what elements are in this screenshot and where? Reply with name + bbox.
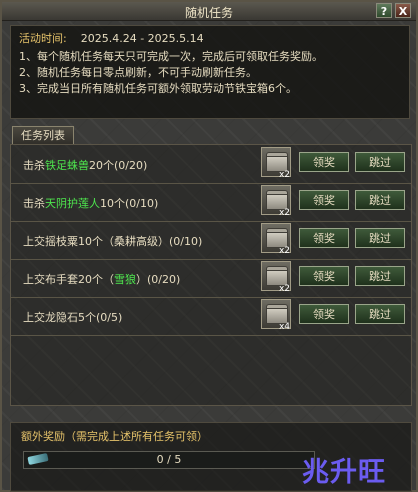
reward-quantity: x2: [278, 246, 290, 256]
reward-quantity: x2: [278, 208, 290, 218]
help-button[interactable]: ?: [376, 3, 392, 18]
activity-time-label: 活动时间:: [19, 32, 67, 45]
window-title: 随机任务: [184, 6, 233, 20]
skip-button[interactable]: 跳过: [355, 228, 405, 248]
progress-text: 0 / 5: [156, 453, 182, 466]
extra-reward-label: 额外奖励（需完成上述所有任务可领）: [21, 430, 208, 443]
task-description: 上交摇枝粟10个（桑耕高级）(0/10): [23, 235, 203, 248]
watermark: 兆升旺: [302, 457, 386, 488]
claim-button[interactable]: 领奖: [299, 228, 349, 248]
task-target: 天阴护莲人: [45, 197, 100, 210]
tab-task-list[interactable]: 任务列表: [12, 126, 74, 145]
task-row: 击杀铁足蛛兽20个(0/20) x2 领奖 跳过: [11, 145, 411, 184]
title-bar[interactable]: 随机任务 ? X: [2, 2, 416, 21]
claim-button[interactable]: 领奖: [299, 266, 349, 286]
task-row: 上交布手套20个（雪狼）(0/20) x2 领奖 跳过: [11, 259, 411, 298]
rule-3: 3、完成当日所有随机任务可额外领取劳动节铁宝箱6个。: [19, 82, 297, 95]
reward-chest[interactable]: x2: [261, 147, 291, 180]
task-row: 上交龙隐石5个(0/5) x4 领奖 跳过: [11, 297, 411, 336]
task-row: 上交摇枝粟10个（桑耕高级）(0/10) x2 领奖 跳过: [11, 221, 411, 260]
skip-button[interactable]: 跳过: [355, 266, 405, 286]
extra-progress-bar: 0 / 5: [23, 451, 315, 469]
reward-quantity: x2: [278, 284, 290, 294]
task-description: 上交龙隐石5个(0/5): [23, 311, 123, 324]
reward-quantity: x4: [278, 322, 290, 332]
claim-button[interactable]: 领奖: [299, 304, 349, 324]
reward-chest[interactable]: x2: [261, 185, 291, 218]
task-target: 雪狼: [114, 273, 136, 286]
task-description: 上交布手套20个（雪狼）(0/20): [23, 273, 181, 286]
claim-button[interactable]: 领奖: [299, 190, 349, 210]
random-task-window: 随机任务 ? X 活动时间: 2025.4.24 - 2025.5.14 1、每个…: [0, 0, 418, 492]
rule-2: 2、随机任务每日零点刷新，不可手动刷新任务。: [19, 66, 257, 79]
reward-chest[interactable]: x2: [261, 223, 291, 256]
activity-dates: 2025.4.24 - 2025.5.14: [80, 32, 204, 45]
reward-chest[interactable]: x2: [261, 261, 291, 294]
skip-button[interactable]: 跳过: [355, 152, 405, 172]
task-row: 击杀天阴护莲人10个(0/10) x2 领奖 跳过: [11, 183, 411, 222]
claim-button[interactable]: 领奖: [299, 152, 349, 172]
skip-button[interactable]: 跳过: [355, 304, 405, 324]
reward-quantity: x2: [278, 170, 290, 180]
task-list: 击杀铁足蛛兽20个(0/20) x2 领奖 跳过 击杀天阴护莲人10个(0/10…: [10, 144, 412, 406]
reward-chest[interactable]: x4: [261, 299, 291, 332]
task-target: 铁足蛛兽: [45, 159, 89, 172]
close-button[interactable]: X: [395, 3, 411, 18]
rule-1: 1、每个随机任务每天只可完成一次，完成后可领取任务奖励。: [19, 50, 323, 63]
task-description: 击杀铁足蛛兽20个(0/20): [23, 159, 148, 172]
task-description: 击杀天阴护莲人10个(0/10): [23, 197, 159, 210]
activity-info-panel: 活动时间: 2025.4.24 - 2025.5.14 1、每个随机任务每天只可完…: [10, 25, 410, 119]
skip-button[interactable]: 跳过: [355, 190, 405, 210]
